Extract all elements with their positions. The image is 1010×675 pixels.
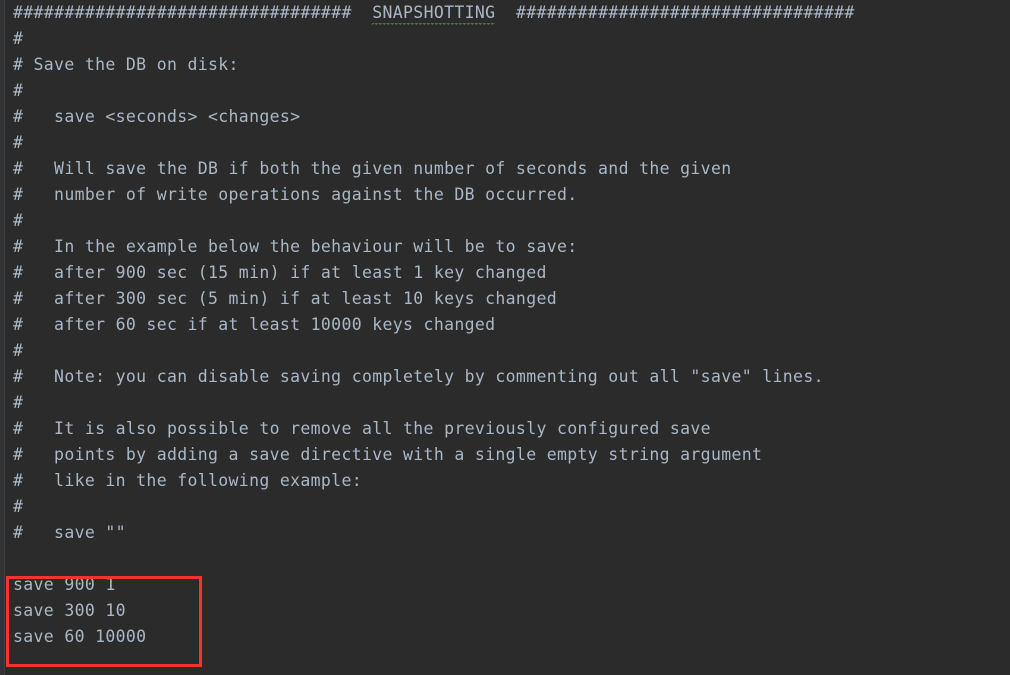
header-spacer-left <box>352 3 373 22</box>
header-hashes-right: ################################# <box>515 3 855 22</box>
code-editor[interactable]: ################################# SNAPSH… <box>0 0 1010 675</box>
code-line: # after 60 sec if at least 10000 keys ch… <box>13 315 496 334</box>
code-line: # <box>13 341 24 360</box>
code-line: # number of write operations against the… <box>13 185 578 204</box>
section-title: SNAPSHOTTING <box>372 0 496 27</box>
code-line: # like in the following example: <box>13 471 362 490</box>
save-directive-line[interactable]: save 300 10 <box>13 598 1010 624</box>
code-line: # <box>13 29 24 48</box>
header-spacer-right <box>495 3 516 22</box>
code-line: # Save the DB on disk: <box>13 55 239 74</box>
code-line: # after 900 sec (15 min) if at least 1 k… <box>13 263 547 282</box>
code-line: # <box>13 133 24 152</box>
save-directive-line[interactable]: save 900 1 <box>13 572 1010 598</box>
code-line: # points by adding a save directive with… <box>13 445 763 464</box>
code-line: # <box>13 497 24 516</box>
section-title-text: SNAPSHOTTING <box>372 3 496 22</box>
save-directive-line[interactable]: save 60 10000 <box>13 624 1010 650</box>
header-hashes-left: ################################# <box>13 3 352 22</box>
code-line: # It is also possible to remove all the … <box>13 419 711 438</box>
editor-gutter <box>0 0 5 675</box>
code-line: # Will save the DB if both the given num… <box>13 159 732 178</box>
code-line: # save <seconds> <changes> <box>13 107 301 126</box>
code-line: # In the example below the behaviour wil… <box>13 237 578 256</box>
code-line: # after 300 sec (5 min) if at least 10 k… <box>13 289 557 308</box>
code-line: # <box>13 211 24 230</box>
code-content[interactable]: ################################# SNAPSH… <box>13 0 1010 675</box>
code-line: # <box>13 393 24 412</box>
section-header-line: ################################# SNAPSH… <box>13 0 1010 27</box>
code-line: # save "" <box>13 523 126 542</box>
code-line: # <box>13 81 24 100</box>
code-line: # Note: you can disable saving completel… <box>13 367 824 386</box>
